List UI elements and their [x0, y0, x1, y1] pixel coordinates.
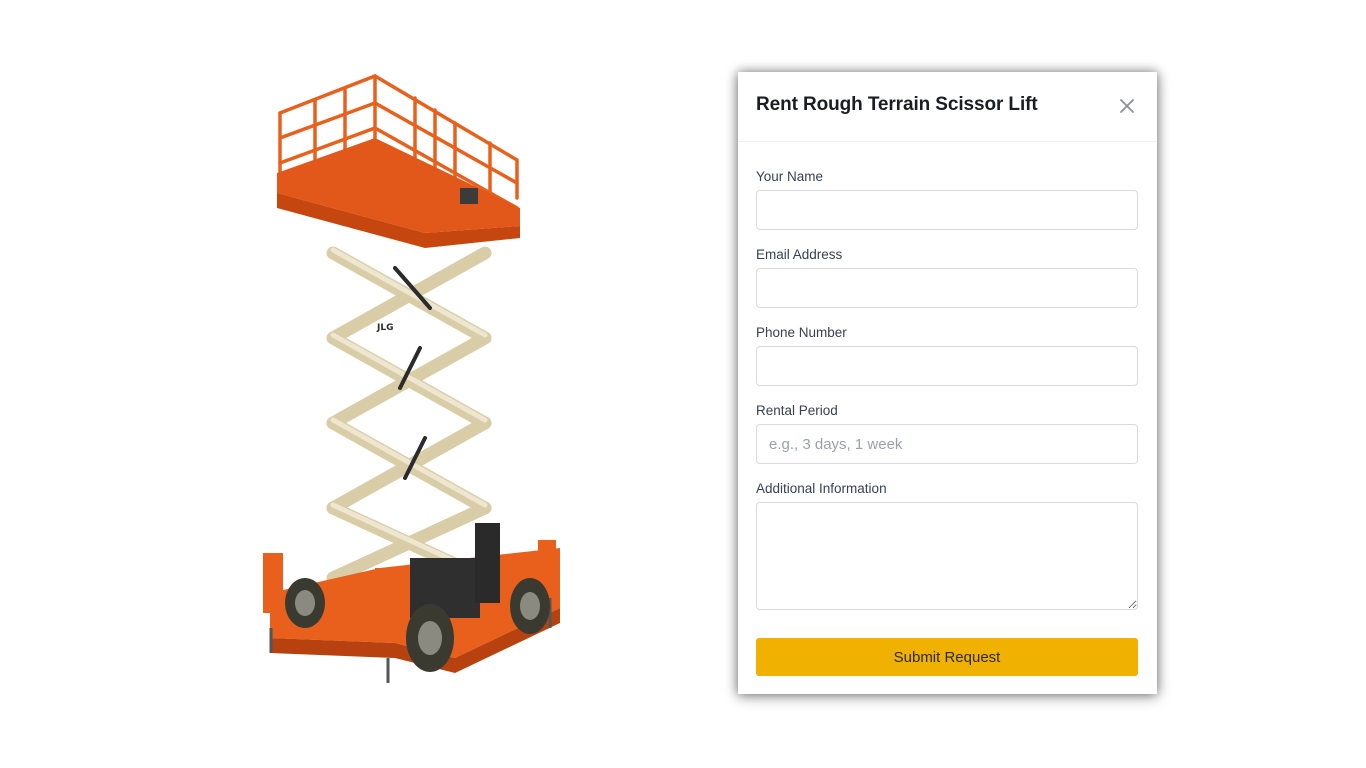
rental-request-modal: Rent Rough Terrain Scissor Lift Your Nam…	[738, 72, 1157, 694]
scissor-lift-image: JLG	[255, 68, 575, 693]
modal-title: Rent Rough Terrain Scissor Lift	[756, 94, 1038, 115]
submit-request-button[interactable]: Submit Request	[756, 638, 1138, 676]
email-label: Email Address	[756, 247, 843, 262]
phone-input[interactable]	[756, 346, 1138, 386]
additional-info-textarea[interactable]	[756, 502, 1138, 610]
phone-field-group: Phone Number	[756, 324, 1138, 386]
page: JLG Rent Rough Terrain Scissor Lift Your…	[0, 0, 1366, 768]
name-label: Your Name	[756, 169, 824, 184]
close-icon	[1120, 99, 1134, 113]
name-field-group: Your Name	[756, 168, 1138, 230]
name-input[interactable]	[756, 190, 1138, 230]
phone-label: Phone Number	[756, 325, 847, 340]
email-field-group: Email Address	[756, 246, 1138, 308]
close-button[interactable]	[1117, 96, 1137, 116]
rental-form: Your Name Email Address Phone Number Ren…	[756, 168, 1138, 626]
rental-period-field-group: Rental Period	[756, 402, 1138, 464]
rental-period-input[interactable]	[756, 424, 1138, 464]
rental-period-label: Rental Period	[756, 403, 838, 418]
additional-info-label: Additional Information	[756, 481, 887, 496]
brand-mark: JLG	[376, 323, 393, 333]
email-input[interactable]	[756, 268, 1138, 308]
modal-header: Rent Rough Terrain Scissor Lift	[738, 72, 1157, 142]
additional-info-field-group: Additional Information	[756, 480, 1138, 610]
